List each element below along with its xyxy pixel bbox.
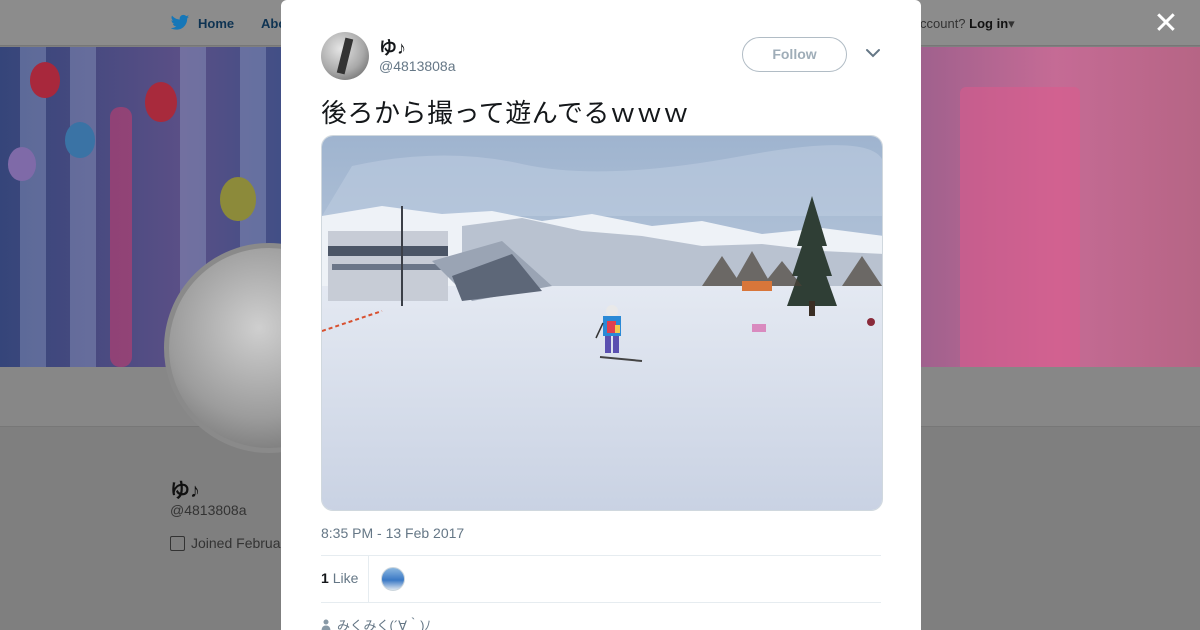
banner-stripe <box>70 47 96 367</box>
profile-name: ゆ♪ <box>170 480 200 502</box>
author-avatar[interactable] <box>321 32 369 80</box>
reply-preview[interactable]: みくみく(´∀｀)ﾉ <box>321 615 431 630</box>
chevron-down-icon[interactable] <box>864 44 882 62</box>
banner-pink-frame <box>960 87 1080 367</box>
reply-author: みくみく(´∀｀)ﾉ <box>337 618 431 630</box>
tweet-photo[interactable] <box>321 135 883 511</box>
follow-button[interactable]: Follow <box>742 37 847 72</box>
profile-handle: @4813808a <box>170 502 247 518</box>
banner-balloon <box>8 147 36 181</box>
profile-joined: Joined Februa <box>170 535 281 551</box>
banner-balloon <box>145 82 177 122</box>
person-icon <box>321 619 331 630</box>
nav-home-link[interactable]: Home <box>170 14 234 32</box>
login-prompt: ccount? Log in▾ <box>920 16 1015 32</box>
calendar-icon <box>170 535 185 551</box>
tweet-text: 後ろから撮って遊んでるｗｗｗ <box>321 99 690 129</box>
account-question: ccount? <box>920 16 966 31</box>
nav-home-label: Home <box>198 15 235 31</box>
login-link[interactable]: Log in <box>969 16 1008 31</box>
like-count-number: 1 <box>321 570 329 586</box>
divider <box>321 602 881 603</box>
banner-balloon <box>30 62 60 98</box>
like-count[interactable]: 1 Like <box>321 570 358 586</box>
tweet-timestamp[interactable]: 8:35 PM - 13 Feb 2017 <box>321 525 464 541</box>
tweet-modal: ゆ♪ @4813808a Follow 後ろから撮って遊んでるｗｗｗ 8:35 … <box>281 0 921 630</box>
close-icon[interactable]: ✕ <box>1150 8 1182 40</box>
banner-balloon <box>65 122 95 158</box>
liker-avatar[interactable] <box>381 567 405 591</box>
like-count-label: Like <box>332 570 359 586</box>
author-name[interactable]: ゆ♪ <box>379 34 406 60</box>
divider <box>368 556 369 602</box>
divider <box>321 555 881 556</box>
profile-joined-text: Joined Februa <box>191 535 281 551</box>
author-handle[interactable]: @4813808a <box>379 58 456 74</box>
caret-down-icon: ▾ <box>1008 16 1015 31</box>
twitter-bird-icon <box>170 14 190 30</box>
banner-balloon <box>220 177 256 221</box>
banner-garland <box>110 107 132 367</box>
